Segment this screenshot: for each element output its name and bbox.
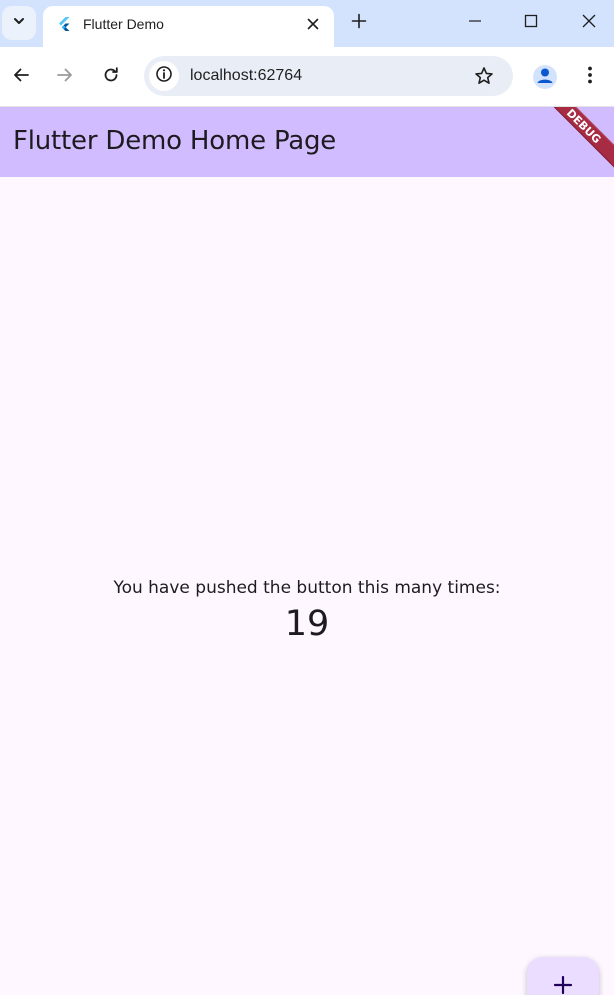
maximize-button[interactable] bbox=[520, 12, 542, 34]
address-bar[interactable]: localhost:62764 bbox=[144, 56, 513, 96]
profile-avatar-button[interactable] bbox=[533, 65, 557, 89]
browser-menu-button[interactable] bbox=[578, 65, 602, 89]
page-title: Flutter Demo Home Page bbox=[13, 126, 337, 156]
add-icon bbox=[551, 973, 575, 995]
person-icon bbox=[533, 65, 557, 89]
tab-search-button[interactable] bbox=[2, 6, 36, 40]
reload-icon bbox=[101, 65, 121, 90]
browser-toolbar: localhost:62764 bbox=[0, 47, 614, 107]
increment-button[interactable] bbox=[527, 957, 599, 995]
minimize-icon bbox=[467, 13, 483, 34]
reload-button[interactable] bbox=[99, 65, 123, 89]
site-info-button[interactable] bbox=[149, 61, 179, 91]
counter-label: You have pushed the button this many tim… bbox=[113, 578, 501, 598]
minimize-button[interactable] bbox=[464, 12, 486, 34]
flutter-app: Flutter Demo Home Page DEBUG You have pu… bbox=[0, 107, 614, 995]
url-text[interactable]: localhost:62764 bbox=[190, 67, 302, 85]
forward-button[interactable] bbox=[53, 65, 77, 89]
arrow-left-icon bbox=[11, 65, 31, 90]
browser-tab[interactable]: Flutter Demo bbox=[43, 6, 334, 47]
close-icon bbox=[581, 13, 597, 34]
more-vertical-icon bbox=[580, 65, 600, 90]
close-window-button[interactable] bbox=[578, 12, 600, 34]
arrow-right-icon bbox=[55, 65, 75, 90]
info-icon bbox=[155, 65, 173, 88]
close-icon[interactable] bbox=[304, 15, 322, 33]
tab-title: Flutter Demo bbox=[83, 16, 164, 32]
maximize-icon bbox=[523, 13, 539, 34]
chevron-down-icon bbox=[12, 14, 26, 33]
app-bar: Flutter Demo Home Page bbox=[0, 107, 614, 177]
counter-value: 19 bbox=[284, 604, 330, 644]
browser-tab-strip: Flutter Demo bbox=[0, 0, 614, 47]
plus-icon bbox=[351, 13, 367, 34]
new-tab-button[interactable] bbox=[348, 12, 370, 34]
back-button[interactable] bbox=[9, 65, 33, 89]
bookmark-star-icon[interactable] bbox=[473, 65, 495, 87]
flutter-logo-icon bbox=[56, 16, 72, 32]
